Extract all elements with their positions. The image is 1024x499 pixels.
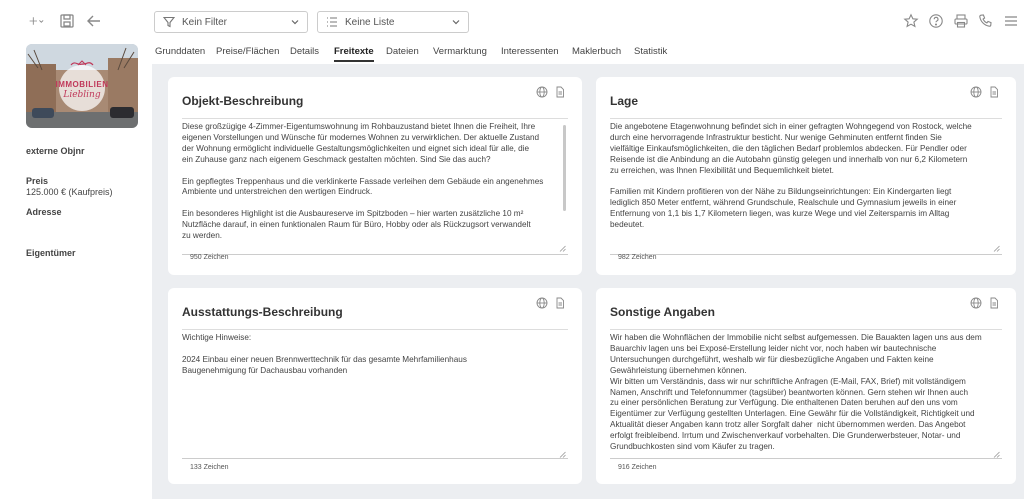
char-count: 133 Zeichen (190, 464, 229, 471)
price-label: Preis (26, 176, 49, 186)
card-sonstige-angaben: Sonstige Angaben Wir haben die Wohnfläch… (596, 288, 1016, 484)
star-icon[interactable] (902, 12, 920, 30)
card-text: Die angebotene Etagenwohnung befindet si… (610, 122, 972, 230)
phone-icon[interactable] (977, 12, 995, 30)
tab-details[interactable]: Details (290, 46, 319, 57)
price-value: 125.000 € (Kaufpreis) (26, 187, 113, 197)
resize-handle-icon[interactable] (559, 451, 566, 458)
char-count: 950 Zeichen (190, 254, 229, 261)
card-text: Wir haben die Wohnflächen der Immobilie … (610, 333, 982, 452)
tab-statistik[interactable]: Statistik (634, 46, 667, 57)
card-text: Diese großzügige 4-Zimmer-Eigentumswohnu… (182, 122, 544, 241)
address-label: Adresse (26, 207, 62, 217)
logo-script: Liebling (63, 90, 101, 100)
card-ausstattungs-beschreibung: Ausstattungs-Beschreibung Wichtige Hinwe… (168, 288, 582, 484)
card-divider (182, 118, 568, 119)
tab-maklerbuch[interactable]: Maklerbuch (572, 46, 621, 57)
card-divider (610, 118, 1002, 119)
globe-icon[interactable] (970, 86, 982, 98)
tab-preise-flaechen[interactable]: Preise/Flächen (216, 46, 279, 57)
owner-label: Eigentümer (26, 248, 76, 258)
document-icon[interactable] (554, 86, 566, 98)
tab-interessenten[interactable]: Interessenten (501, 46, 559, 57)
card-lage: Lage Die angebotene Etagenwohnung befind… (596, 77, 1016, 275)
object-sidebar: IMMOBILIEN Liebling externe Objnr Preis … (0, 40, 152, 499)
logo-text: IMMOBILIEN (55, 80, 109, 89)
char-count: 982 Zeichen (618, 254, 657, 261)
chevron-down-icon (451, 17, 461, 27)
list-label: Keine Liste (345, 16, 395, 28)
list-icon (326, 16, 338, 28)
card-objekt-beschreibung: Objekt-Beschreibung Diese großzügige 4-Z… (168, 77, 582, 275)
filter-select[interactable]: Kein Filter (154, 11, 308, 33)
filter-label: Kein Filter (182, 16, 228, 28)
list-select[interactable]: Keine Liste (317, 11, 469, 33)
filter-icon (163, 16, 175, 28)
resize-handle-icon[interactable] (993, 451, 1000, 458)
card-title: Sonstige Angaben (610, 305, 715, 319)
card-divider (182, 329, 568, 330)
top-toolbar: Kein Filter Keine Liste (0, 0, 1024, 40)
card-title: Ausstattungs-Beschreibung (182, 305, 343, 319)
tab-vermarktung[interactable]: Vermarktung (433, 46, 487, 57)
document-icon[interactable] (988, 297, 1000, 309)
back-arrow-icon[interactable] (85, 12, 103, 30)
chevron-down-icon (290, 17, 300, 27)
globe-icon[interactable] (536, 297, 548, 309)
help-icon[interactable] (927, 12, 945, 30)
globe-icon[interactable] (536, 86, 548, 98)
globe-icon[interactable] (970, 297, 982, 309)
char-count: 916 Zeichen (618, 464, 657, 471)
external-objnr-label: externe Objnr (26, 146, 85, 156)
card-text: Wichtige Hinweise: 2024 Einbau einer neu… (182, 333, 467, 375)
tab-grunddaten[interactable]: Grunddaten (155, 46, 205, 57)
print-icon[interactable] (952, 12, 970, 30)
document-icon[interactable] (554, 297, 566, 309)
document-icon[interactable] (988, 86, 1000, 98)
tab-dateien[interactable]: Dateien (386, 46, 419, 57)
resize-handle-icon[interactable] (559, 245, 566, 252)
main-content: Objekt-Beschreibung Diese großzügige 4-Z… (152, 64, 1024, 499)
menu-icon[interactable] (1002, 12, 1020, 30)
card-title: Objekt-Beschreibung (182, 94, 304, 108)
property-thumbnail[interactable]: IMMOBILIEN Liebling (26, 44, 138, 128)
add-icon[interactable] (24, 12, 50, 30)
tab-freitexte[interactable]: Freitexte (334, 46, 374, 62)
scrollbar[interactable] (563, 125, 566, 211)
resize-handle-icon[interactable] (993, 245, 1000, 252)
save-icon[interactable] (58, 12, 76, 30)
tab-bar: Grunddaten Preise/Flächen Details Freite… (152, 40, 1024, 64)
card-title: Lage (610, 94, 639, 108)
card-divider (610, 329, 1002, 330)
